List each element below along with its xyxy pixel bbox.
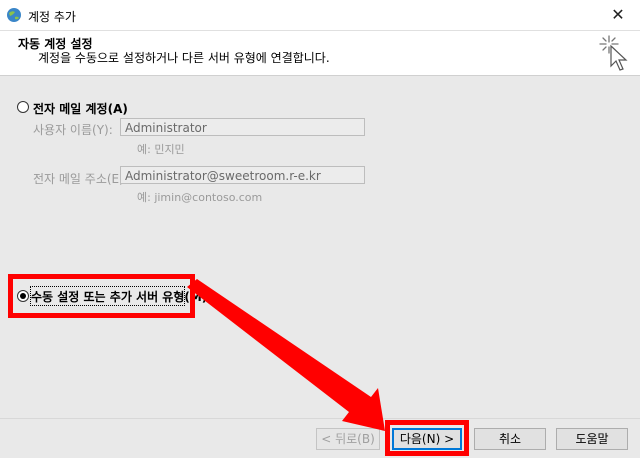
red-arrow-icon	[187, 279, 385, 431]
annotation-arrow	[187, 279, 385, 431]
